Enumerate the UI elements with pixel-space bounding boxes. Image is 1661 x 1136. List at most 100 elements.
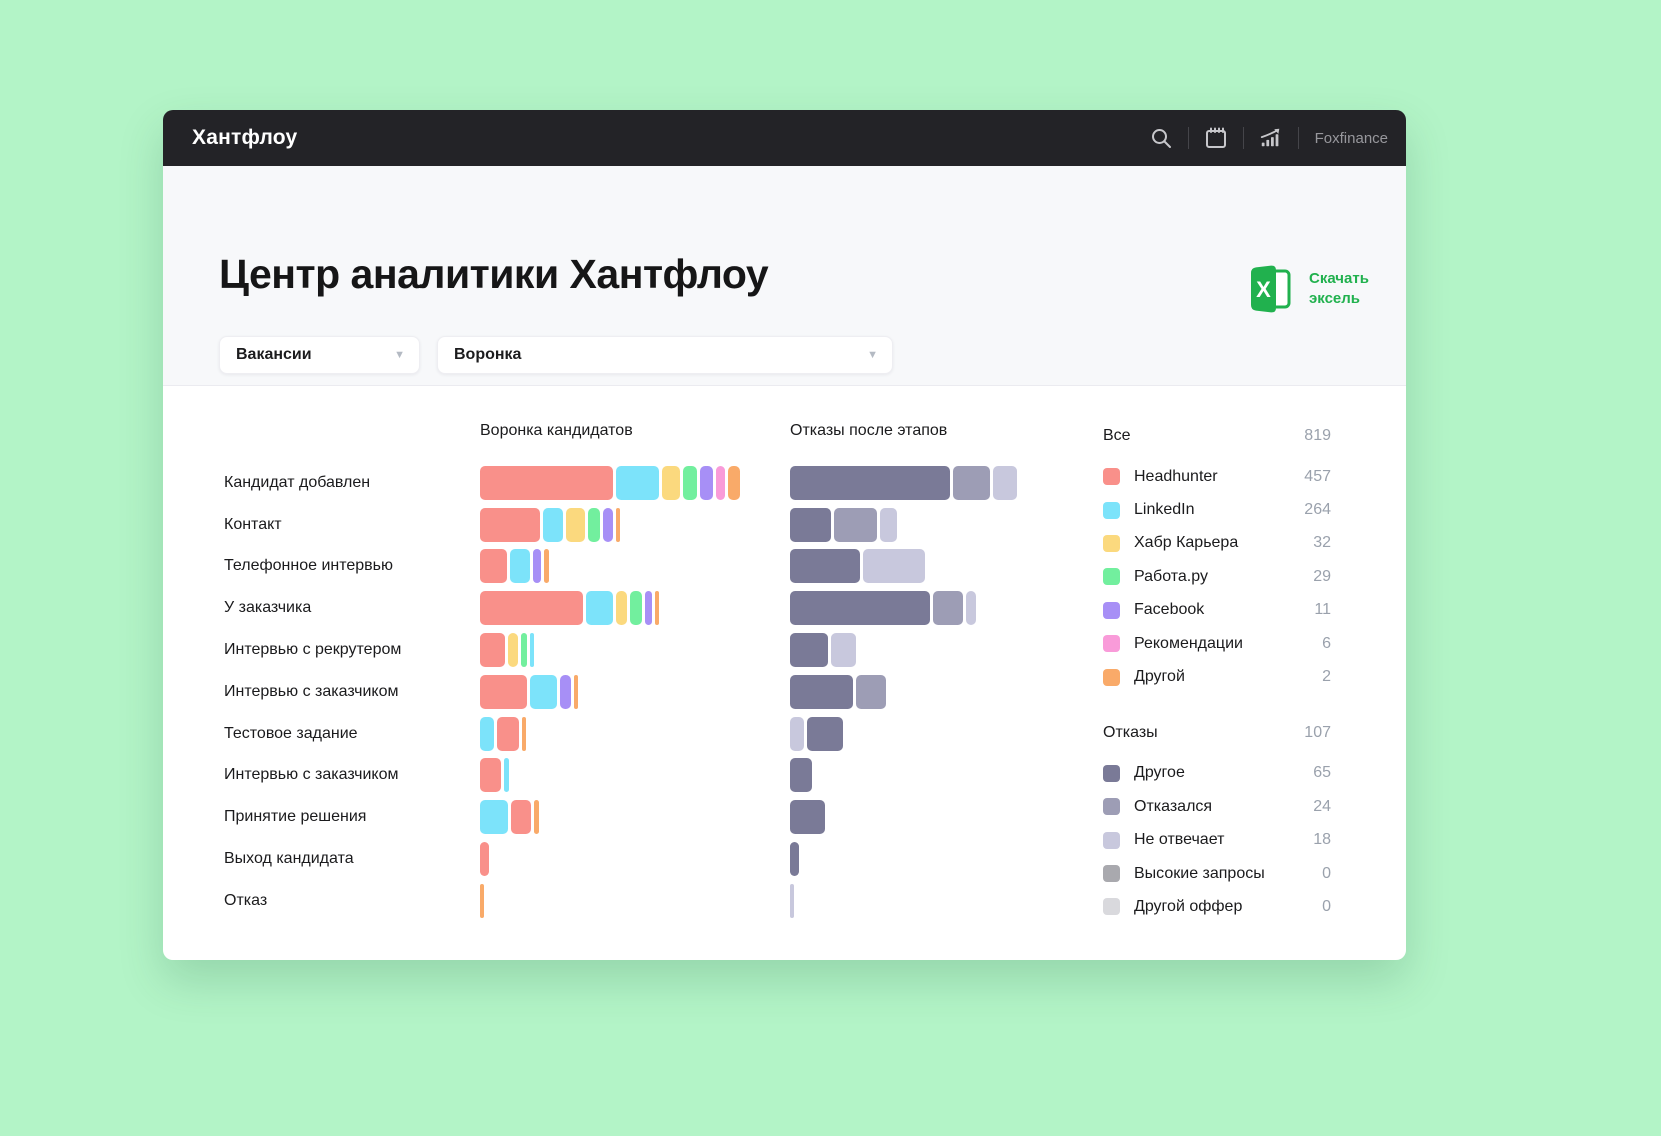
- stage-label: Принятие решения: [224, 796, 474, 838]
- bar-segment[interactable]: [700, 466, 713, 500]
- bar-segment[interactable]: [480, 466, 613, 500]
- bar-segment[interactable]: [480, 717, 494, 751]
- legend-item[interactable]: Другое65: [1103, 757, 1331, 790]
- bar-segment[interactable]: [655, 591, 659, 625]
- bar-segment[interactable]: [616, 591, 627, 625]
- bar-segment[interactable]: [863, 549, 925, 583]
- bar-segment[interactable]: [966, 591, 976, 625]
- legend-item[interactable]: Другой2: [1103, 660, 1331, 693]
- bar-segment[interactable]: [856, 675, 886, 709]
- bar-segment[interactable]: [790, 633, 828, 667]
- legend-value: 65: [1313, 764, 1331, 782]
- bar-segment[interactable]: [560, 675, 571, 709]
- legend-item[interactable]: LinkedIn264: [1103, 493, 1331, 526]
- account-name[interactable]: Foxfinance: [1315, 130, 1388, 147]
- search-icon[interactable]: [1134, 126, 1188, 150]
- bar-segment[interactable]: [521, 633, 527, 667]
- bar-segment[interactable]: [880, 508, 897, 542]
- bar-segment[interactable]: [790, 758, 812, 792]
- bar-segment[interactable]: [543, 508, 563, 542]
- bar-segment[interactable]: [933, 591, 963, 625]
- bar-row: [480, 713, 780, 755]
- bar-segment[interactable]: [834, 508, 877, 542]
- bar-segment[interactable]: [522, 717, 526, 751]
- bar-segment[interactable]: [790, 508, 831, 542]
- bar-segment[interactable]: [662, 466, 680, 500]
- export-excel-button[interactable]: X Скачать эксель: [1243, 263, 1373, 315]
- bar-segment[interactable]: [790, 675, 853, 709]
- bar-segment[interactable]: [510, 549, 530, 583]
- bar-segment[interactable]: [993, 466, 1017, 500]
- bar-segment[interactable]: [790, 884, 794, 918]
- bar-segment[interactable]: [480, 508, 540, 542]
- bar-row: [480, 462, 780, 504]
- legend-item[interactable]: Высокие запросы0: [1103, 857, 1331, 890]
- legend-value: 18: [1313, 831, 1331, 849]
- bar-segment[interactable]: [807, 717, 843, 751]
- legend-item[interactable]: Facebook11: [1103, 594, 1331, 627]
- bar-segment[interactable]: [603, 508, 613, 542]
- bar-segment[interactable]: [544, 549, 549, 583]
- legend-item[interactable]: Работа.ру29: [1103, 560, 1331, 593]
- report-view-dropdown[interactable]: Воронка ▼: [437, 336, 893, 374]
- bar-segment[interactable]: [728, 466, 740, 500]
- legend-item[interactable]: Хабр Карьера32: [1103, 527, 1331, 560]
- bar-segment[interactable]: [716, 466, 725, 500]
- bar-segment[interactable]: [508, 633, 518, 667]
- bar-segment[interactable]: [480, 758, 501, 792]
- bar-segment[interactable]: [616, 466, 659, 500]
- legend-swatch: [1103, 468, 1120, 485]
- bar-segment[interactable]: [790, 466, 950, 500]
- bar-segment[interactable]: [534, 800, 539, 834]
- legend-swatch: [1103, 568, 1120, 585]
- rejections-column-title: Отказы после этапов: [790, 422, 947, 440]
- bar-segment[interactable]: [683, 466, 697, 500]
- bar-segment[interactable]: [530, 675, 557, 709]
- legend-item[interactable]: Отказался24: [1103, 790, 1331, 823]
- bar-segment[interactable]: [645, 591, 652, 625]
- app-window: Хантфлоу: [163, 110, 1406, 960]
- bar-segment[interactable]: [586, 591, 613, 625]
- bar-segment[interactable]: [480, 591, 583, 625]
- bar-segment[interactable]: [480, 633, 505, 667]
- bar-segment[interactable]: [497, 717, 519, 751]
- calendar-icon[interactable]: [1189, 126, 1243, 150]
- bar-segment[interactable]: [480, 800, 508, 834]
- legend-item[interactable]: Headhunter457: [1103, 460, 1331, 493]
- bar-segment[interactable]: [480, 549, 507, 583]
- bar-segment[interactable]: [790, 717, 804, 751]
- legend-item[interactable]: Рекомендации6: [1103, 627, 1331, 660]
- legend-item[interactable]: Не отвечает18: [1103, 824, 1331, 857]
- bar-segment[interactable]: [480, 842, 489, 876]
- bar-segment[interactable]: [790, 591, 930, 625]
- report-type-dropdown[interactable]: Вакансии ▼: [219, 336, 420, 374]
- bar-segment[interactable]: [533, 549, 541, 583]
- bar-segment[interactable]: [588, 508, 600, 542]
- bar-segment[interactable]: [790, 549, 860, 583]
- bar-segment[interactable]: [511, 800, 531, 834]
- bar-segment[interactable]: [630, 591, 642, 625]
- bar-segment[interactable]: [504, 758, 509, 792]
- legend-item[interactable]: Другой оффер0: [1103, 890, 1331, 923]
- bar-segment[interactable]: [566, 508, 585, 542]
- bar-segment[interactable]: [480, 884, 484, 918]
- bar-segment[interactable]: [530, 633, 534, 667]
- export-label: Скачать эксель: [1309, 269, 1373, 310]
- stage-label: Кандидат добавлен: [224, 462, 474, 504]
- bar-segment[interactable]: [953, 466, 990, 500]
- bar-segment[interactable]: [831, 633, 856, 667]
- bar-segment[interactable]: [790, 800, 825, 834]
- bar-row: [790, 713, 1090, 755]
- legend-label: Высокие запросы: [1134, 865, 1265, 883]
- bar-row: [480, 671, 780, 713]
- legend-section-title: Все: [1103, 427, 1131, 445]
- legend-label: Отказался: [1134, 798, 1212, 816]
- bar-segment[interactable]: [790, 842, 799, 876]
- bar-segment[interactable]: [574, 675, 578, 709]
- bar-segment[interactable]: [480, 675, 527, 709]
- bar-segment[interactable]: [616, 508, 620, 542]
- analytics-icon[interactable]: [1244, 126, 1298, 150]
- app-logo[interactable]: Хантфлоу: [192, 126, 297, 150]
- chevron-down-icon: ▼: [394, 349, 405, 361]
- legend-section-header: Отказы107: [1103, 721, 1331, 745]
